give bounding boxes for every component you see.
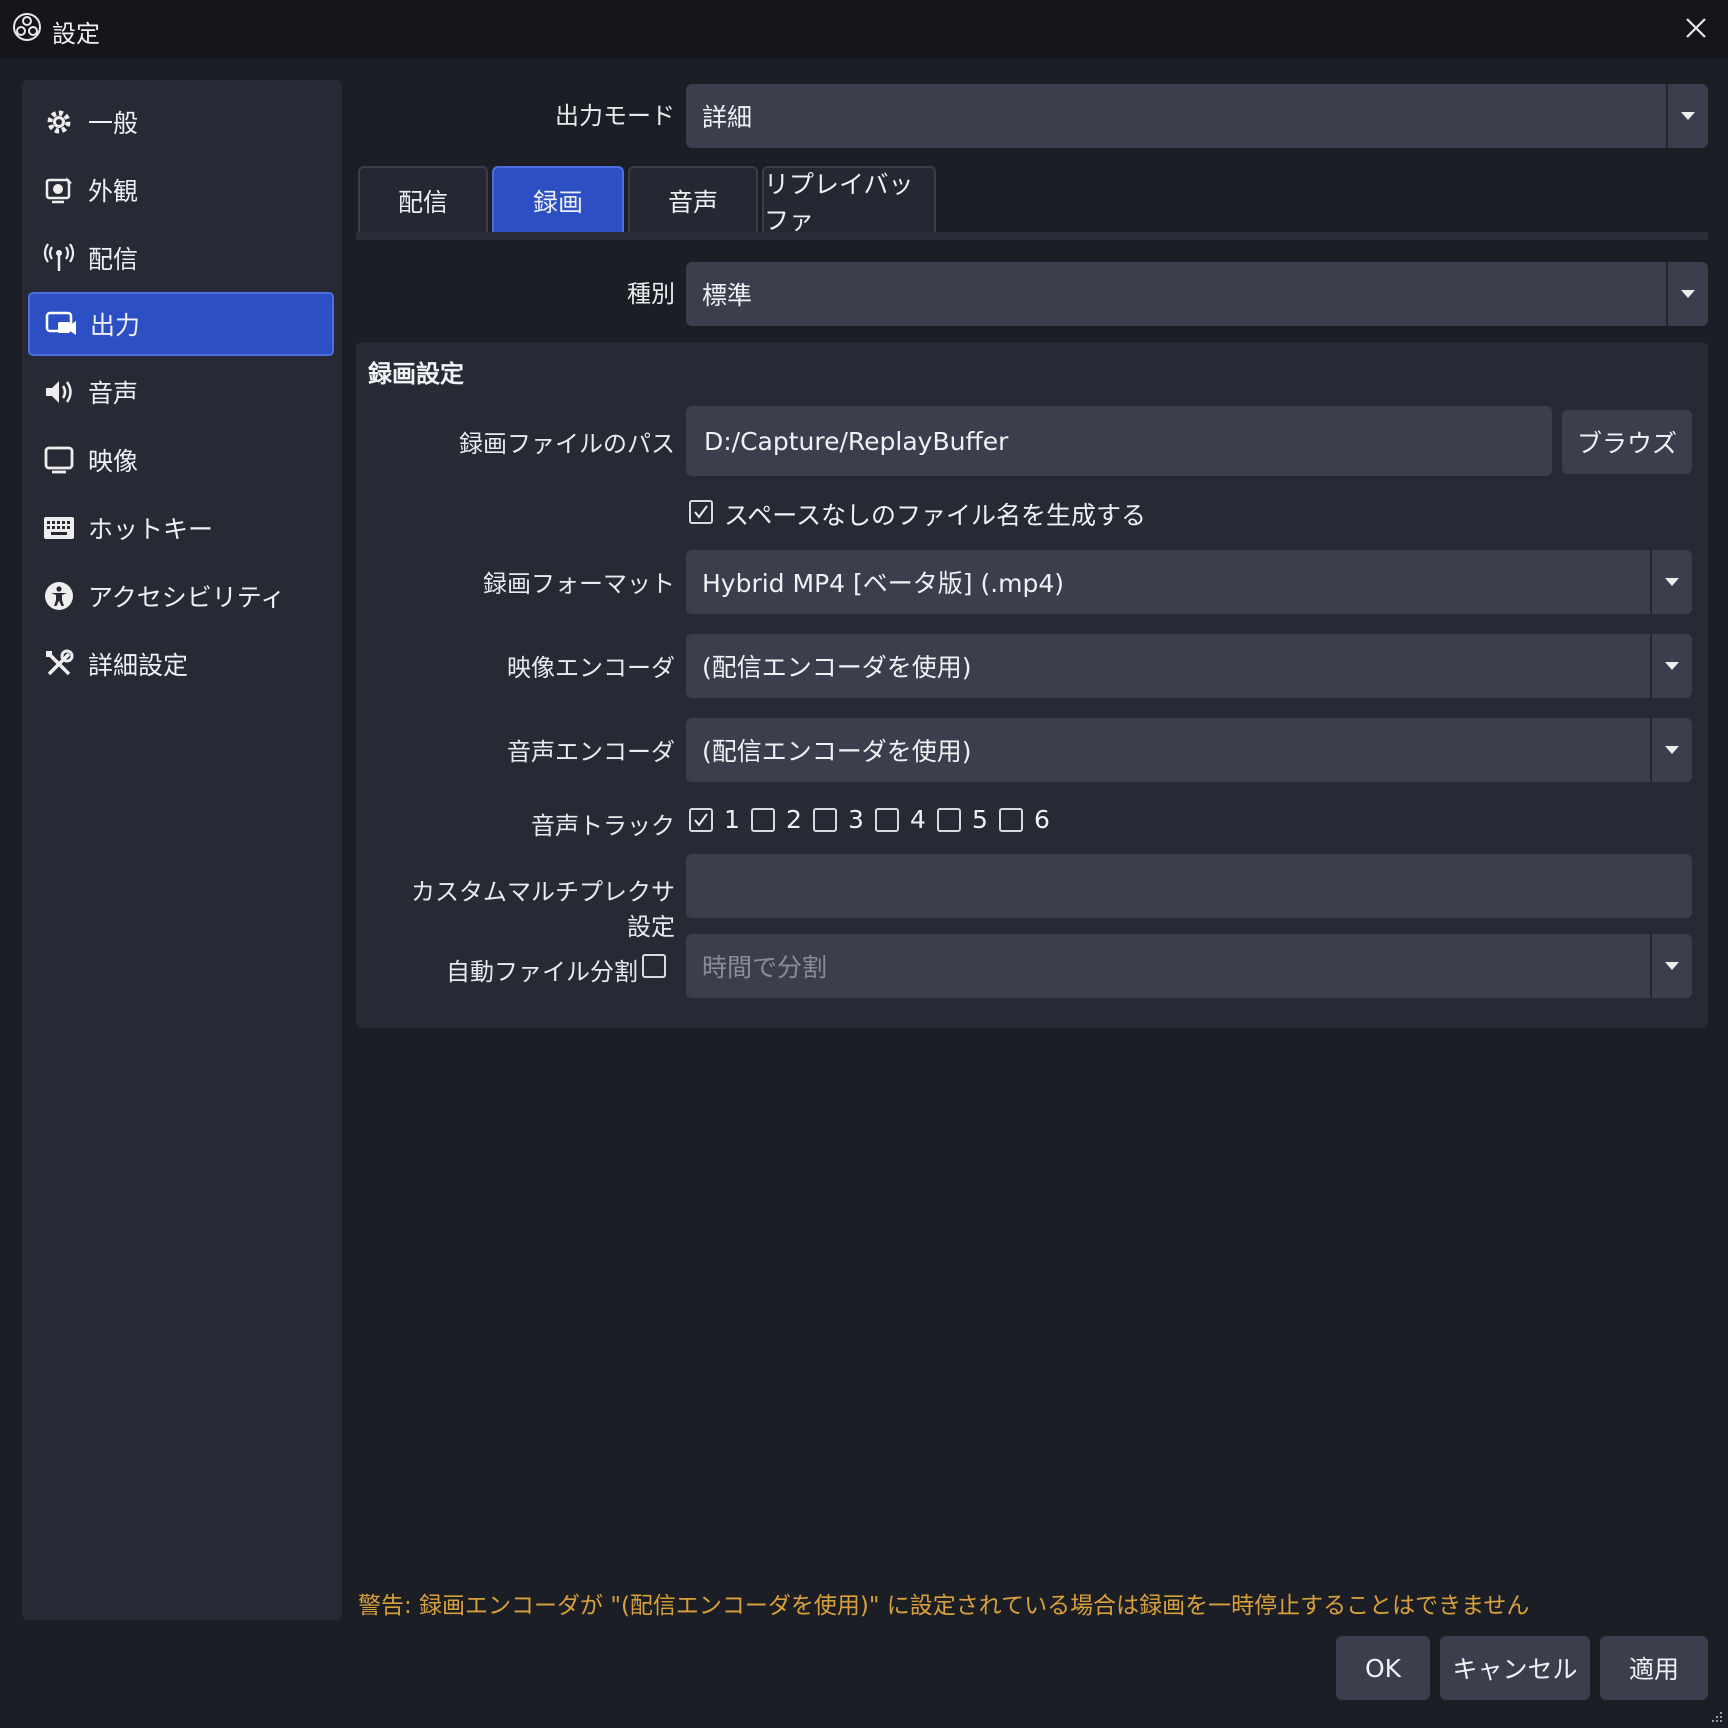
sidebar-item-stream[interactable]: 配信: [28, 226, 334, 290]
tools-icon: [42, 647, 76, 681]
chevron-down-icon: [1650, 718, 1692, 782]
chevron-down-icon: [1650, 550, 1692, 614]
muxer-label: カスタムマルチプレクサ設定: [411, 878, 675, 941]
sidebar-item-label: 一般: [88, 109, 139, 138]
sidebar-item-general[interactable]: 一般: [28, 90, 334, 154]
checkmark-icon: [694, 813, 708, 827]
recording-path-value: D:/Capture/ReplayBuffer: [704, 426, 1009, 456]
track-6-checkbox[interactable]: [999, 808, 1023, 832]
tab-recording[interactable]: 録画: [492, 166, 624, 234]
track-1-checkbox[interactable]: [689, 808, 713, 832]
resize-grip-icon[interactable]: [1710, 1710, 1724, 1724]
gear-icon: [42, 105, 76, 139]
audio-encoder-value: (配信エンコーダを使用): [702, 737, 972, 766]
appearance-icon: [42, 173, 76, 207]
speaker-icon: [42, 375, 76, 409]
sidebar-item-label: 配信: [88, 245, 139, 274]
tab-replay-buffer[interactable]: リプレイバッファ: [762, 166, 936, 235]
output-mode-value: 詳細: [702, 103, 753, 132]
obs-logo-icon: [13, 13, 41, 41]
sidebar-item-audio[interactable]: 音声: [28, 360, 334, 424]
sidebar-item-label: 映像: [88, 447, 139, 476]
video-encoder-label: 映像エンコーダ: [507, 654, 675, 682]
no-space-label: スペースなしのファイル名を生成する: [724, 501, 1147, 530]
ok-button[interactable]: OK: [1336, 1636, 1430, 1700]
video-encoder-value: (配信エンコーダを使用): [702, 653, 972, 682]
track-label: 5: [972, 805, 988, 834]
tab-label: 録画: [532, 188, 583, 217]
track-label: 6: [1034, 805, 1050, 834]
sidebar-item-output[interactable]: 出力: [28, 292, 334, 356]
split-checkbox[interactable]: [642, 954, 666, 978]
sidebar-item-label: 詳細設定: [88, 651, 189, 680]
split-label: 自動ファイル分割: [446, 958, 638, 986]
sidebar-item-label: ホットキー: [88, 515, 214, 544]
sidebar-item-label: 出力: [90, 311, 141, 340]
track-3-checkbox[interactable]: [813, 808, 837, 832]
no-space-checkbox[interactable]: [689, 500, 713, 524]
output-mode-label: 出力モード: [555, 102, 675, 130]
tracks-label: 音声トラック: [531, 812, 675, 840]
cancel-button[interactable]: キャンセル: [1440, 1636, 1590, 1700]
window-title: 設定: [52, 20, 100, 48]
accessibility-icon: [42, 579, 76, 613]
output-icon: [44, 307, 78, 341]
sidebar-item-label: 外観: [88, 177, 139, 206]
tab-label: リプレイバッファ: [764, 170, 914, 235]
tab-label: 音声: [667, 188, 718, 217]
chevron-down-icon: [1666, 262, 1708, 326]
chevron-down-icon: [1650, 934, 1692, 998]
output-mode-select[interactable]: 詳細: [686, 84, 1708, 148]
apply-button[interactable]: 適用: [1600, 1636, 1708, 1700]
format-label: 録画フォーマット: [483, 570, 675, 598]
antenna-icon: [42, 241, 76, 275]
format-value: Hybrid MP4 [ベータ版] (.mp4): [702, 569, 1065, 598]
group-title: 録画設定: [368, 360, 464, 388]
path-label: 録画ファイルのパス: [459, 430, 675, 458]
split-mode-select[interactable]: 時間で分割: [686, 934, 1692, 998]
sidebar-item-accessibility[interactable]: アクセシビリティ: [28, 564, 334, 628]
chevron-down-icon: [1650, 634, 1692, 698]
tab-label: 配信: [397, 188, 448, 217]
audio-encoder-label: 音声エンコーダ: [507, 738, 675, 766]
chevron-down-icon: [1666, 84, 1708, 148]
video-encoder-select[interactable]: (配信エンコーダを使用): [686, 634, 1692, 698]
track-5-checkbox[interactable]: [937, 808, 961, 832]
sidebar-item-appearance[interactable]: 外観: [28, 158, 334, 222]
track-label: 3: [848, 805, 864, 834]
split-mode-value: 時間で分割: [702, 953, 828, 982]
tab-bar-divider: [356, 232, 1708, 240]
sidebar-item-hotkeys[interactable]: ホットキー: [28, 496, 334, 560]
track-4-checkbox[interactable]: [875, 808, 899, 832]
browse-button[interactable]: ブラウズ: [1562, 410, 1692, 474]
audio-encoder-select[interactable]: (配信エンコーダを使用): [686, 718, 1692, 782]
settings-sidebar: 一般 外観 配信 出力 音声 映像 ホットキー アクセシビリティ 詳細設定: [22, 80, 342, 1620]
track-label: 4: [910, 805, 926, 834]
title-bar: 設定: [0, 0, 1728, 58]
track-label: 1: [724, 805, 740, 834]
close-icon[interactable]: [1682, 14, 1710, 42]
sidebar-item-label: アクセシビリティ: [88, 583, 286, 612]
monitor-icon: [42, 443, 76, 477]
type-label: 種別: [627, 280, 675, 308]
sidebar-item-advanced[interactable]: 詳細設定: [28, 632, 334, 696]
tab-stream[interactable]: 配信: [358, 166, 488, 234]
recording-path-input[interactable]: D:/Capture/ReplayBuffer: [686, 406, 1552, 476]
format-select[interactable]: Hybrid MP4 [ベータ版] (.mp4): [686, 550, 1692, 614]
sidebar-item-label: 音声: [88, 379, 139, 408]
warning-message: 警告: 録画エンコーダが "(配信エンコーダを使用)" に設定されている場合は録…: [358, 1593, 1530, 1619]
keyboard-icon: [42, 511, 76, 545]
track-label: 2: [786, 805, 802, 834]
type-select[interactable]: 標準: [686, 262, 1708, 326]
sidebar-item-video[interactable]: 映像: [28, 428, 334, 492]
tab-audio[interactable]: 音声: [628, 166, 758, 234]
type-value: 標準: [702, 281, 753, 310]
track-2-checkbox[interactable]: [751, 808, 775, 832]
muxer-settings-input[interactable]: [686, 854, 1692, 918]
checkmark-icon: [694, 505, 708, 519]
